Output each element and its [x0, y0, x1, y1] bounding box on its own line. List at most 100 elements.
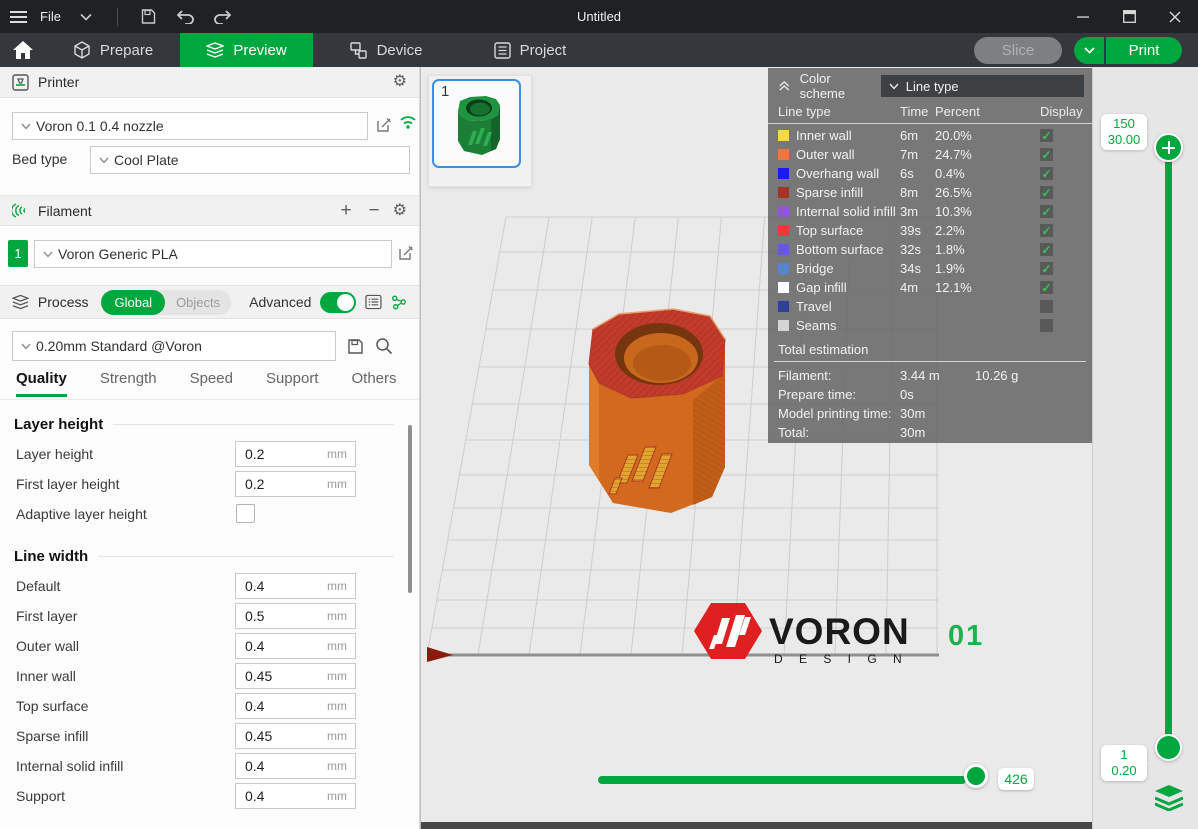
legend-display-checkbox[interactable]: ✓: [1040, 262, 1053, 275]
wifi-connection-icon[interactable]: [399, 115, 417, 135]
cube-icon[interactable]: [73, 41, 91, 59]
setting-input-box: mm: [235, 603, 356, 629]
add-filament-icon[interactable]: +: [336, 201, 355, 220]
file-menu[interactable]: File: [40, 9, 61, 24]
process-tab-speed[interactable]: Speed: [190, 370, 233, 394]
setting-value-input[interactable]: [236, 757, 319, 775]
process-tab-strength[interactable]: Strength: [100, 370, 157, 394]
legend-display-checkbox[interactable]: ✓: [1040, 167, 1053, 180]
layers-view-icon[interactable]: [1155, 785, 1183, 811]
setting-unit: mm: [327, 699, 355, 713]
setting-checkbox[interactable]: [236, 504, 255, 523]
setting-row: Inner wallmm: [0, 661, 404, 691]
step-slider-handle[interactable]: [964, 764, 988, 788]
collapse-panel-icon[interactable]: [778, 80, 791, 92]
tab-preview[interactable]: Preview: [180, 33, 313, 67]
setting-value-input[interactable]: [236, 787, 319, 805]
filament-preset-select[interactable]: Voron Generic PLA: [34, 240, 392, 268]
legend-row-label: Travel: [796, 299, 832, 314]
advanced-toggle[interactable]: [320, 292, 356, 313]
total-row: Total:30m: [768, 423, 1092, 442]
legend-row: Internal solid infill3m10.3%✓: [768, 202, 1092, 221]
save-icon[interactable]: [137, 5, 161, 29]
remove-filament-icon[interactable]: −: [365, 201, 384, 220]
file-menu-chevron-icon[interactable]: [74, 5, 98, 29]
structured-list-icon[interactable]: [365, 294, 382, 310]
settings-scrollbar[interactable]: [408, 425, 412, 593]
setting-value-input[interactable]: [236, 697, 319, 715]
close-button[interactable]: [1152, 0, 1198, 33]
setting-unit: mm: [327, 789, 355, 803]
legend-display-checkbox[interactable]: ✓: [1040, 129, 1053, 142]
legend-display-checkbox[interactable]: [1040, 319, 1053, 332]
undo-icon[interactable]: [174, 5, 198, 29]
layer-slider-track[interactable]: [1165, 147, 1172, 735]
legend-display-checkbox[interactable]: ✓: [1040, 186, 1053, 199]
plate-thumbnail[interactable]: 1: [432, 79, 521, 168]
slice-button[interactable]: Slice: [974, 37, 1062, 64]
total-row: Prepare time:0s: [768, 385, 1092, 404]
printer-preset-select[interactable]: Voron 0.1 0.4 nozzle: [12, 112, 368, 140]
setting-value-input[interactable]: [236, 667, 319, 685]
step-slider-track[interactable]: [598, 776, 966, 784]
legend-row-label: Gap infill: [796, 280, 847, 295]
process-tab-support[interactable]: Support: [266, 370, 319, 394]
device-icon[interactable]: [350, 42, 368, 59]
line-type-swatch: [778, 130, 789, 141]
setting-unit: mm: [327, 669, 355, 683]
tab-project[interactable]: Project: [459, 33, 601, 67]
settings-section-title: Seam: [0, 823, 404, 829]
redo-icon[interactable]: [211, 5, 235, 29]
legend-row: Travel: [768, 297, 1092, 316]
tab-prepare[interactable]: Prepare: [46, 33, 180, 67]
legend-display-checkbox[interactable]: [1040, 300, 1053, 313]
legend-row-time: 8m: [900, 185, 935, 200]
printed-model[interactable]: [589, 309, 725, 513]
process-scope-global[interactable]: Global: [101, 290, 165, 315]
process-tab-others[interactable]: Others: [352, 370, 397, 394]
maximize-button[interactable]: [1106, 0, 1152, 33]
legend-display-checkbox[interactable]: ✓: [1040, 148, 1053, 161]
setting-value-input[interactable]: [236, 445, 319, 463]
setting-value-input[interactable]: [236, 475, 319, 493]
setting-input-box: mm: [235, 693, 356, 719]
hamburger-menu-icon[interactable]: [10, 11, 27, 23]
legend-display-checkbox[interactable]: ✓: [1040, 243, 1053, 256]
tab-device[interactable]: Device: [313, 33, 459, 67]
layer-slider-add-handle[interactable]: [1154, 133, 1183, 162]
minimize-button[interactable]: [1060, 0, 1106, 33]
total-row-label: Total:: [778, 425, 900, 440]
legend-row: Seams: [768, 316, 1092, 335]
home-button[interactable]: [0, 33, 46, 67]
filament-slot-badge[interactable]: 1: [8, 240, 28, 267]
project-icon[interactable]: [494, 42, 511, 59]
legend-display-checkbox[interactable]: ✓: [1040, 224, 1053, 237]
print-options-chevron-icon[interactable]: [1074, 37, 1104, 64]
print-button[interactable]: Print: [1106, 37, 1182, 64]
setting-row: First layer heightmm: [0, 469, 404, 499]
save-preset-icon[interactable]: [347, 338, 364, 360]
process-scope-objects[interactable]: Objects: [165, 295, 231, 310]
layers-icon[interactable]: [206, 42, 224, 58]
svg-text:01: 01: [948, 620, 984, 652]
setting-value-input[interactable]: [236, 637, 319, 655]
process-tab-quality[interactable]: Quality: [16, 370, 67, 397]
printer-settings-gear-icon[interactable]: ⚙: [393, 74, 407, 90]
setting-value-input[interactable]: [236, 577, 319, 595]
setting-value-input[interactable]: [236, 607, 319, 625]
edit-printer-icon[interactable]: [376, 117, 392, 138]
setting-value-input[interactable]: [236, 727, 319, 745]
bed-type-select[interactable]: Cool Plate: [90, 146, 410, 174]
filament-settings-gear-icon[interactable]: ⚙: [393, 203, 407, 219]
printer-section-header: Printer ⚙: [0, 67, 419, 98]
search-settings-icon[interactable]: [375, 337, 393, 360]
process-preset-select[interactable]: 0.20mm Standard @Voron: [12, 331, 336, 361]
legend-display-checkbox[interactable]: ✓: [1040, 205, 1053, 218]
objects-parameters-icon[interactable]: [391, 294, 407, 311]
layer-slider-handle[interactable]: [1155, 734, 1182, 761]
edit-filament-icon[interactable]: [398, 245, 414, 266]
legend-row-percent: 1.9%: [935, 261, 1035, 276]
legend-display-checkbox[interactable]: ✓: [1040, 281, 1053, 294]
setting-row: Top surfacemm: [0, 691, 404, 721]
color-scheme-select[interactable]: Line type: [881, 75, 1084, 97]
